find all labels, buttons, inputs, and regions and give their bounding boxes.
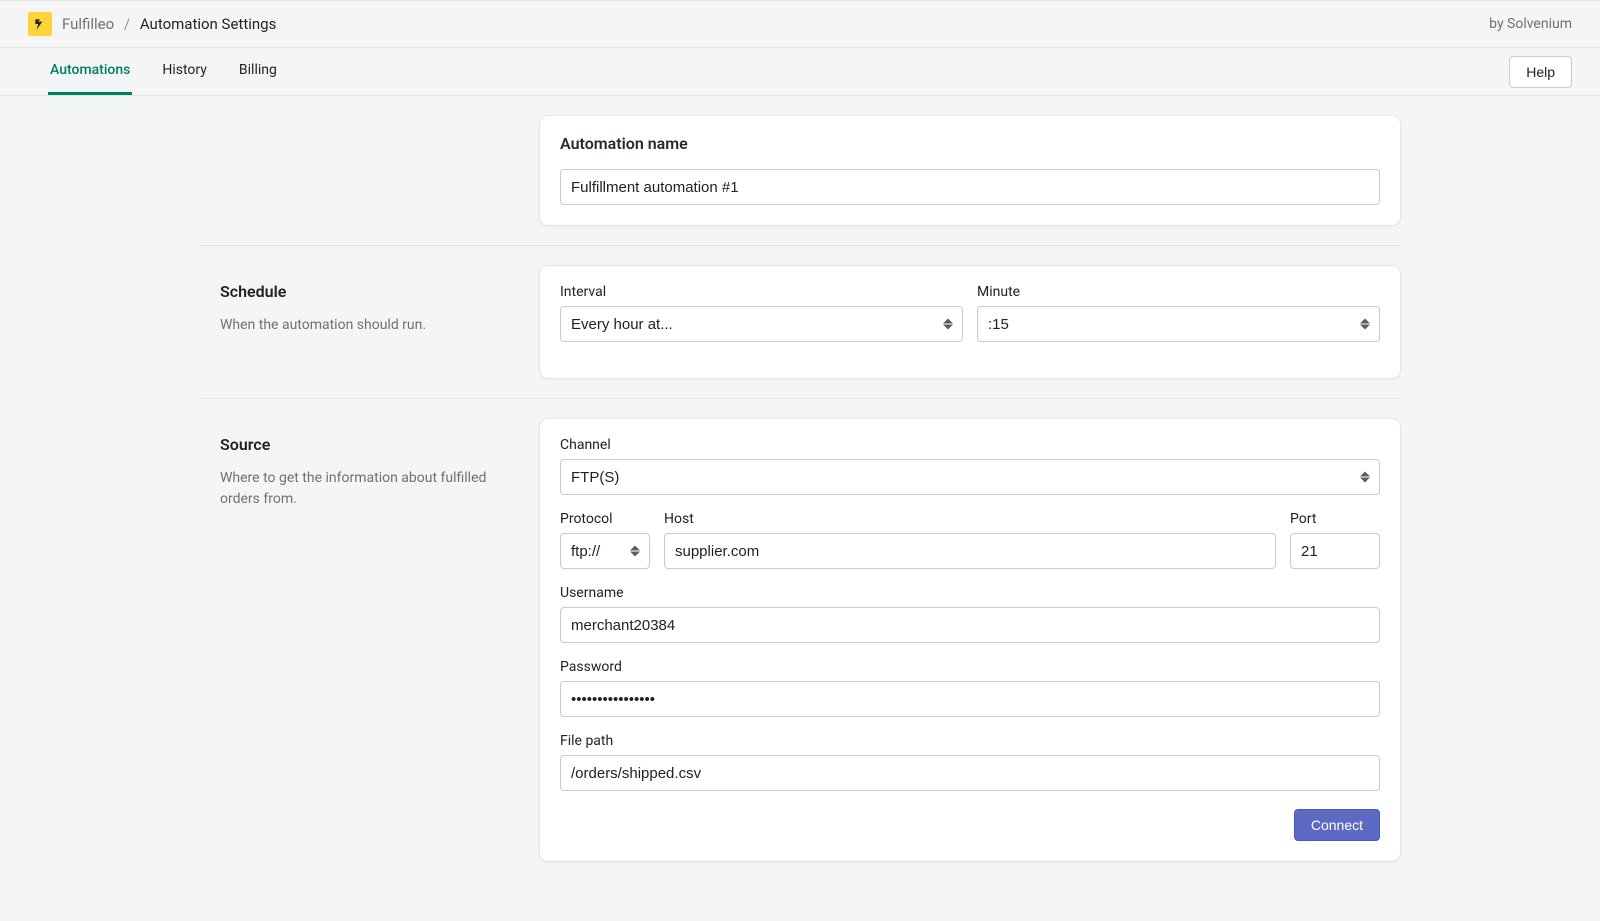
source-title: Source xyxy=(220,435,500,454)
app-logo-icon xyxy=(28,12,52,36)
help-button[interactable]: Help xyxy=(1509,56,1572,88)
page-title: Automation Settings xyxy=(140,15,277,33)
card-source: Channel FTP(S) Protocol xyxy=(540,419,1400,861)
automation-name-input[interactable] xyxy=(560,169,1380,205)
username-input[interactable] xyxy=(560,607,1380,643)
breadcrumb: Fulfilleo / Automation Settings xyxy=(62,15,276,33)
channel-select[interactable]: FTP(S) xyxy=(560,459,1380,495)
channel-label: Channel xyxy=(560,437,1380,453)
topbar: Fulfilleo / Automation Settings by Solve… xyxy=(0,0,1600,48)
tabbar: Automations History Billing Help xyxy=(0,48,1600,96)
section-schedule: Schedule When the automation should run.… xyxy=(200,246,1400,399)
port-label: Port xyxy=(1290,511,1380,527)
password-input[interactable] xyxy=(560,681,1380,717)
tab-automations[interactable]: Automations xyxy=(48,48,132,95)
port-input[interactable] xyxy=(1290,533,1380,569)
protocol-select[interactable]: ftp:// xyxy=(560,533,650,569)
host-label: Host xyxy=(664,511,1276,527)
source-desc: Where to get the information about fulfi… xyxy=(220,468,500,510)
password-label: Password xyxy=(560,659,1380,675)
username-label: Username xyxy=(560,585,1380,601)
tab-history[interactable]: History xyxy=(160,48,209,95)
tab-billing[interactable]: Billing xyxy=(237,48,279,95)
vendor-label: by Solvenium xyxy=(1489,16,1572,32)
protocol-label: Protocol xyxy=(560,511,650,527)
card-automation-name: Automation name xyxy=(540,116,1400,225)
minute-label: Minute xyxy=(977,284,1380,300)
section-source: Source Where to get the information abou… xyxy=(200,399,1400,881)
interval-select[interactable]: Every hour at... xyxy=(560,306,963,342)
filepath-label: File path xyxy=(560,733,1380,749)
filepath-input[interactable] xyxy=(560,755,1380,791)
schedule-title: Schedule xyxy=(220,282,500,301)
interval-label: Interval xyxy=(560,284,963,300)
card-schedule: Interval Every hour at... Minu xyxy=(540,266,1400,378)
schedule-desc: When the automation should run. xyxy=(220,315,500,336)
host-input[interactable] xyxy=(664,533,1276,569)
breadcrumb-separator: / xyxy=(124,15,130,33)
automation-name-heading: Automation name xyxy=(560,134,1380,153)
connect-button[interactable]: Connect xyxy=(1294,809,1380,841)
minute-select[interactable]: :15 xyxy=(977,306,1380,342)
section-name: Automation name xyxy=(200,96,1400,246)
breadcrumb-app[interactable]: Fulfilleo xyxy=(62,15,114,33)
